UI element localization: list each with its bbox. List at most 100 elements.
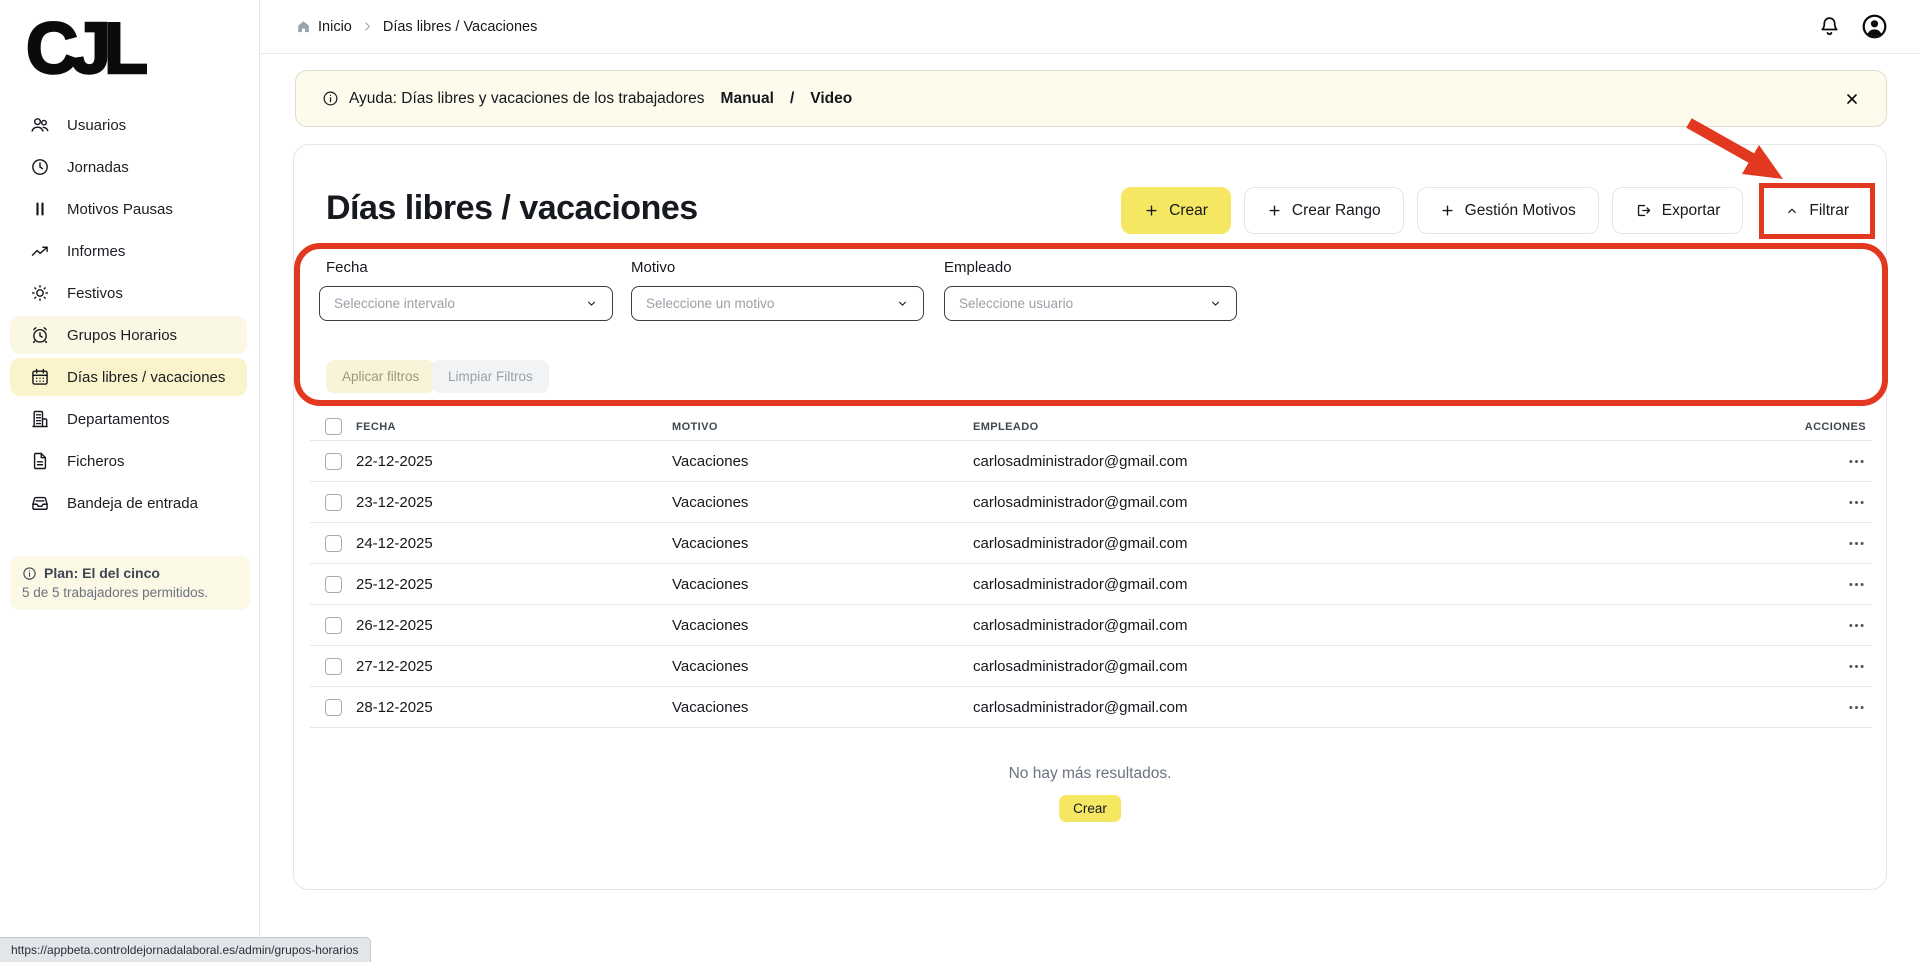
row-actions-button[interactable] bbox=[1847, 657, 1872, 676]
cell-fecha: 25-12-2025 bbox=[356, 576, 672, 593]
inbox-icon bbox=[30, 493, 50, 513]
row-checkbox[interactable] bbox=[325, 699, 342, 716]
breadcrumb-home[interactable]: Inicio bbox=[296, 19, 352, 35]
empleado-select[interactable]: Seleccione usuario bbox=[944, 286, 1237, 321]
users-icon bbox=[30, 115, 50, 135]
sidebar-item-usuarios[interactable]: Usuarios bbox=[10, 106, 247, 144]
link-separator: / bbox=[790, 90, 794, 108]
sidebar-item-label: Departamentos bbox=[67, 411, 170, 428]
fecha-select[interactable]: Seleccione intervalo bbox=[319, 286, 613, 321]
results-table: FECHA MOTIVO EMPLEADO ACCIONES 22-12-202… bbox=[310, 413, 1872, 728]
cell-motivo: Vacaciones bbox=[672, 617, 973, 634]
plus-icon bbox=[1144, 203, 1159, 218]
cell-empleado: carlosadministrador@gmail.com bbox=[973, 576, 1802, 593]
sidebar-item-departamentos[interactable]: Departamentos bbox=[10, 400, 247, 438]
row-actions-button[interactable] bbox=[1847, 616, 1872, 635]
banner-close-button[interactable] bbox=[1844, 91, 1860, 107]
cell-motivo: Vacaciones bbox=[672, 576, 973, 593]
table-row: 27-12-2025 Vacaciones carlosadministrado… bbox=[310, 646, 1872, 687]
sidebar-item-label: Grupos Horarios bbox=[67, 327, 177, 344]
cell-motivo: Vacaciones bbox=[672, 494, 973, 511]
sidebar-item-grupos-horarios[interactable]: Grupos Horarios bbox=[10, 316, 247, 354]
cell-fecha: 28-12-2025 bbox=[356, 699, 672, 716]
sidebar-item-label: Bandeja de entrada bbox=[67, 495, 198, 512]
plus-icon bbox=[1440, 203, 1455, 218]
manual-link[interactable]: Manual bbox=[721, 90, 774, 108]
sidebar-item-label: Jornadas bbox=[67, 159, 129, 176]
cell-empleado: carlosadministrador@gmail.com bbox=[973, 658, 1802, 675]
cell-fecha: 23-12-2025 bbox=[356, 494, 672, 511]
header-fecha: FECHA bbox=[356, 421, 672, 433]
cell-fecha: 24-12-2025 bbox=[356, 535, 672, 552]
row-checkbox[interactable] bbox=[325, 535, 342, 552]
breadcrumb: Inicio Días libres / Vacaciones bbox=[296, 19, 537, 35]
row-checkbox[interactable] bbox=[325, 576, 342, 593]
row-checkbox[interactable] bbox=[325, 453, 342, 470]
sidebar-item-label: Motivos Pausas bbox=[67, 201, 173, 218]
crear-button[interactable]: Crear bbox=[1121, 187, 1231, 234]
cell-fecha: 26-12-2025 bbox=[356, 617, 672, 634]
user-menu-button[interactable] bbox=[1861, 13, 1888, 40]
top-bar: Inicio Días libres / Vacaciones bbox=[260, 0, 1920, 54]
select-all-checkbox[interactable] bbox=[325, 418, 342, 435]
user-circle-icon bbox=[1861, 13, 1888, 40]
row-checkbox[interactable] bbox=[325, 494, 342, 511]
plan-info-box: Plan: El del cinco 5 de 5 trabajadores p… bbox=[10, 556, 250, 610]
app-logo[interactable]: CJL bbox=[26, 8, 236, 88]
limpiar-filtros-button[interactable]: Limpiar Filtros bbox=[432, 360, 549, 393]
chevron-up-icon bbox=[1785, 204, 1799, 218]
info-icon bbox=[322, 90, 339, 107]
help-banner: Ayuda: Días libres y vacaciones de los t… bbox=[295, 70, 1887, 127]
main-card: Días libres / vacaciones Crear Crear Ran… bbox=[293, 144, 1887, 890]
motivo-select[interactable]: Seleccione un motivo bbox=[631, 286, 924, 321]
sidebar-item-bandeja[interactable]: Bandeja de entrada bbox=[10, 484, 247, 522]
video-link[interactable]: Video bbox=[810, 90, 852, 108]
empleado-label: Empleado bbox=[944, 259, 1012, 276]
cell-motivo: Vacaciones bbox=[672, 699, 973, 716]
filtrar-button[interactable]: Filtrar bbox=[1767, 191, 1867, 231]
header-motivo: MOTIVO bbox=[672, 421, 973, 433]
sidebar: CJL Usuarios Jornadas Motivos Pausas Inf… bbox=[0, 0, 260, 962]
sidebar-item-festivos[interactable]: Festivos bbox=[10, 274, 247, 312]
aplicar-filtros-button[interactable]: Aplicar filtros bbox=[326, 360, 435, 393]
row-actions-button[interactable] bbox=[1847, 452, 1872, 471]
home-icon bbox=[296, 19, 311, 34]
sidebar-item-label: Ficheros bbox=[67, 453, 125, 470]
cell-fecha: 22-12-2025 bbox=[356, 453, 672, 470]
row-actions-button[interactable] bbox=[1847, 575, 1872, 594]
pause-icon bbox=[30, 199, 50, 219]
sidebar-item-informes[interactable]: Informes bbox=[10, 232, 247, 270]
ellipsis-icon bbox=[1847, 616, 1866, 635]
calendar-icon bbox=[30, 367, 50, 387]
row-actions-button[interactable] bbox=[1847, 698, 1872, 717]
trending-up-icon bbox=[30, 241, 50, 261]
ellipsis-icon bbox=[1847, 493, 1866, 512]
row-checkbox[interactable] bbox=[325, 658, 342, 675]
crear-rango-button[interactable]: Crear Rango bbox=[1244, 187, 1404, 234]
row-checkbox[interactable] bbox=[325, 617, 342, 634]
ellipsis-icon bbox=[1847, 657, 1866, 676]
chevron-down-icon bbox=[896, 297, 909, 310]
crear-footer-button[interactable]: Crear bbox=[1059, 795, 1121, 822]
cell-motivo: Vacaciones bbox=[672, 453, 973, 470]
table-row: 22-12-2025 Vacaciones carlosadministrado… bbox=[310, 441, 1872, 482]
exportar-button[interactable]: Exportar bbox=[1612, 187, 1744, 234]
building-icon bbox=[30, 409, 50, 429]
ellipsis-icon bbox=[1847, 575, 1866, 594]
table-row: 25-12-2025 Vacaciones carlosadministrado… bbox=[310, 564, 1872, 605]
no-more-results-text: No hay más resultados. bbox=[294, 765, 1886, 783]
alarm-clock-icon bbox=[30, 325, 50, 345]
gestion-motivos-button[interactable]: Gestión Motivos bbox=[1417, 187, 1599, 234]
sidebar-item-dias-libres[interactable]: Días libres / vacaciones bbox=[10, 358, 247, 396]
sidebar-item-jornadas[interactable]: Jornadas bbox=[10, 148, 247, 186]
actions-row: Crear Crear Rango Gestión Motivos Export… bbox=[1121, 187, 1866, 234]
sidebar-item-label: Festivos bbox=[67, 285, 123, 302]
cell-empleado: carlosadministrador@gmail.com bbox=[973, 453, 1802, 470]
notifications-button[interactable] bbox=[1818, 15, 1841, 38]
header-acciones: ACCIONES bbox=[1805, 421, 1872, 433]
row-actions-button[interactable] bbox=[1847, 493, 1872, 512]
row-actions-button[interactable] bbox=[1847, 534, 1872, 553]
sidebar-item-ficheros[interactable]: Ficheros bbox=[10, 442, 247, 480]
sidebar-item-motivos-pausas[interactable]: Motivos Pausas bbox=[10, 190, 247, 228]
cell-motivo: Vacaciones bbox=[672, 535, 973, 552]
